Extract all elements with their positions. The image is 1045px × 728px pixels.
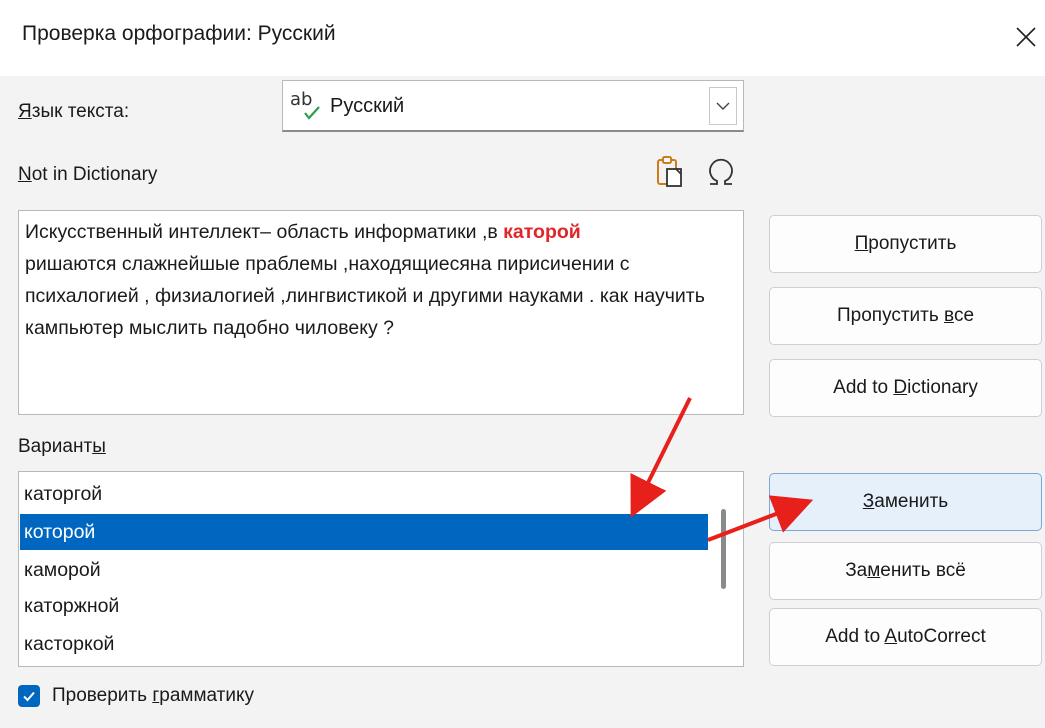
suggestions-listbox[interactable]: каторгой которой каморой каторжной касто…: [18, 471, 744, 667]
chevron-down-icon: [716, 102, 730, 110]
suggestion-item[interactable]: каторжной: [20, 588, 708, 624]
grammar-checkbox[interactable]: [18, 685, 40, 707]
svg-text:ab: ab: [290, 89, 312, 110]
checkmark-icon: [23, 691, 35, 702]
title-bar: Проверка орфографии: Русский: [0, 0, 1045, 76]
spellcheck-icon: ab: [289, 87, 329, 128]
suggestion-item[interactable]: касторкой: [20, 626, 708, 662]
close-button[interactable]: [1008, 14, 1044, 60]
suggestions-label: Варианты: [18, 436, 106, 457]
close-icon: [1016, 27, 1036, 47]
sentence-text-after: ришаются слажнейшые праблемы ,находящиес…: [25, 253, 705, 339]
language-label: Язык текста:: [18, 101, 130, 122]
sentence-textarea[interactable]: Искусственный интеллект– область информа…: [18, 210, 744, 415]
language-value: Русский: [330, 95, 405, 117]
not-in-dictionary-label: Not in Dictionary: [18, 164, 158, 185]
suggestion-item[interactable]: каморой: [20, 552, 708, 588]
replace-all-button[interactable]: Заменить всё: [769, 542, 1042, 600]
language-combobox[interactable]: ab Русский: [282, 80, 744, 132]
grammar-label: Проверить грамматику: [52, 685, 254, 706]
error-word: каторой: [503, 221, 581, 243]
dialog-title: Проверка орфографии: Русский: [22, 22, 336, 45]
suggestion-item[interactable]: каторгой: [20, 476, 708, 512]
add-to-autocorrect-button[interactable]: Add to AutoCorrect: [769, 608, 1042, 666]
paste-icon[interactable]: [652, 154, 686, 193]
add-to-dictionary-button[interactable]: Add to Dictionary: [769, 359, 1042, 417]
suggestion-item-selected[interactable]: которой: [20, 514, 708, 550]
ignore-all-button[interactable]: Пропустить все: [769, 287, 1042, 345]
dropdown-button[interactable]: [709, 87, 737, 125]
ignore-once-button[interactable]: Пропустить: [769, 215, 1042, 273]
scrollbar-thumb[interactable]: [721, 509, 726, 589]
replace-button[interactable]: Заменить: [769, 473, 1042, 531]
special-character-icon[interactable]: [704, 154, 738, 193]
sentence-text-before: Искусственный интеллект– область информа…: [25, 221, 504, 243]
